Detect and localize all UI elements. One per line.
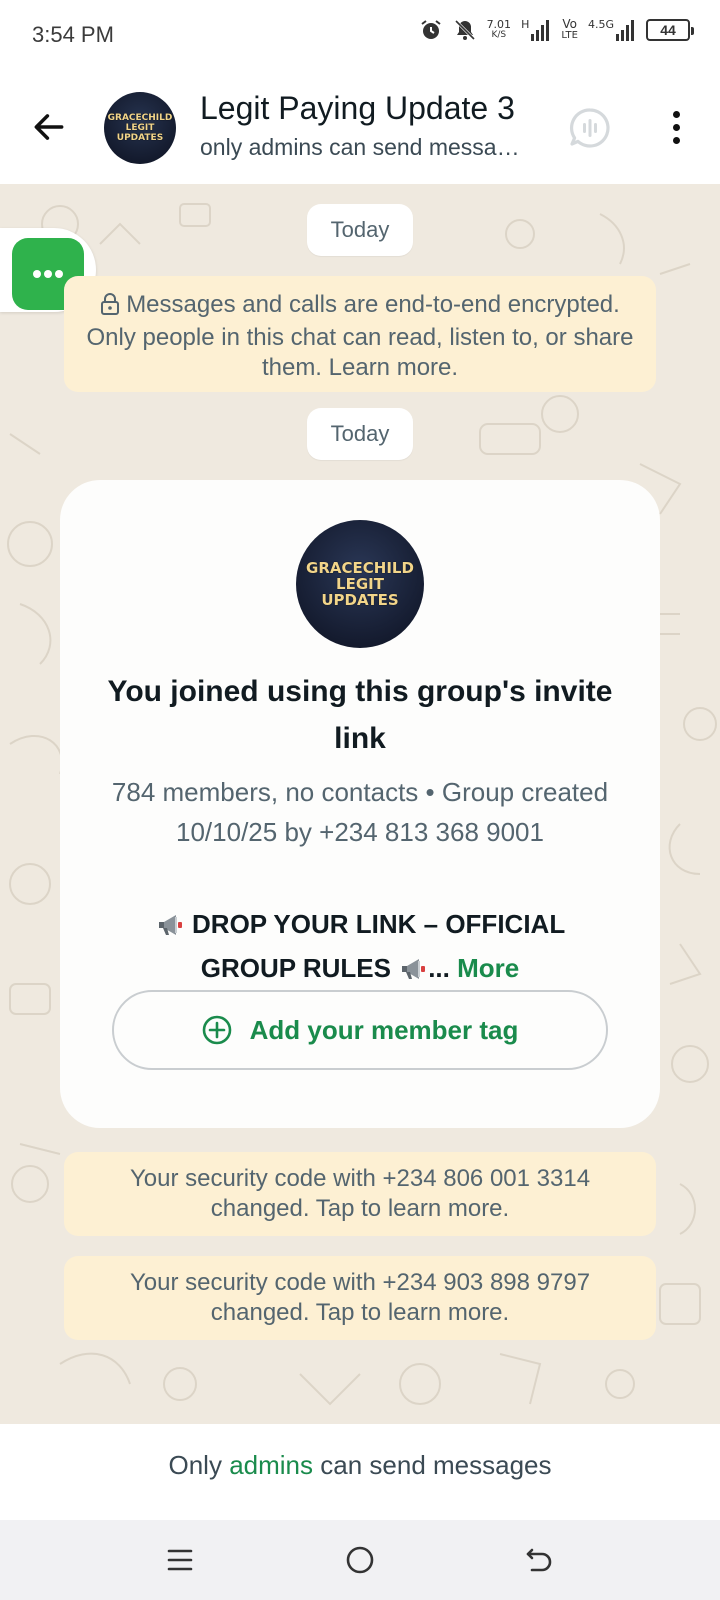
more-link[interactable]: More (457, 953, 519, 983)
home-circle-icon (346, 1546, 374, 1574)
date-chip: Today (307, 408, 413, 460)
megaphone-icon (155, 908, 185, 948)
signal-h: H (521, 19, 551, 41)
add-member-tag-label: Add your member tag (249, 1014, 519, 1045)
group-description[interactable]: DROP YOUR LINK – OFFICIAL GROUP RULES ..… (100, 904, 620, 992)
megaphone-icon (398, 952, 428, 992)
status-icons: 7.01 K/S H Vo LTE 4.5G 44 (419, 18, 694, 42)
lock-icon (100, 293, 120, 323)
joined-via-link-title: You joined using this group's invite lin… (107, 675, 613, 755)
admins-link[interactable]: admins (229, 1450, 313, 1480)
add-member-tag-button[interactable]: Add your member tag (112, 990, 608, 1070)
date-chip: Today (307, 204, 413, 256)
rules-ellipsis: ... (428, 953, 450, 983)
rules-line-1: DROP YOUR LINK – OFFICIAL (192, 909, 566, 939)
dot-icon (672, 136, 680, 144)
group-info-card: GRACECHILD LEGIT UPDATES You joined usin… (60, 480, 660, 1128)
more-horizontal-icon (33, 270, 63, 278)
more-options-button[interactable] (656, 102, 696, 152)
card-avatar-line-1: GRACECHILD (306, 559, 414, 577)
rules-line-2: GROUP RULES (200, 953, 391, 983)
security-code-notice[interactable]: Your security code with +234 903 898 979… (64, 1256, 656, 1340)
voice-chat-icon (569, 108, 610, 148)
chat-header: GRACECHILD LEGIT UPDATES Legit Paying Up… (0, 72, 720, 184)
security-code-notice[interactable]: Your security code with +234 806 001 331… (64, 1152, 656, 1236)
recents-button[interactable] (160, 1540, 200, 1580)
network-45g-label: 4.5G (587, 18, 614, 31)
mute-bell-icon (453, 18, 477, 42)
card-avatar-line-2: LEGIT UPDATES (321, 575, 399, 609)
net-speed: 7.01 K/S (487, 19, 512, 41)
signal-bars-icon (616, 20, 634, 41)
home-button[interactable] (340, 1540, 380, 1580)
system-back-button[interactable] (520, 1540, 560, 1580)
dot-icon (672, 123, 680, 131)
volte-indicator: Vo LTE (561, 18, 578, 42)
group-meta-text: 784 members, no contacts • Group created… (111, 777, 609, 847)
group-subtitle[interactable]: only admins can send messa… (200, 134, 540, 161)
battery-icon: 44 (646, 19, 694, 41)
status-bar: 3:54 PM 7.01 K/S H Vo LTE 4.5G 44 (0, 0, 720, 72)
volte-bottom: LTE (561, 30, 578, 41)
dot-icon (672, 110, 680, 118)
system-nav-bar (0, 1520, 720, 1600)
volte-top: Vo (562, 17, 577, 31)
group-title[interactable]: Legit Paying Update 3 (200, 90, 515, 127)
status-time: 3:54 PM (32, 22, 114, 47)
chat-area[interactable]: Today Messages and calls are end-to-end … (0, 184, 720, 1424)
network-h-label: H (521, 18, 530, 31)
avatar-line-1: GRACECHILD (107, 113, 173, 123)
back-curve-icon (526, 1548, 552, 1572)
plus-circle-icon (202, 1015, 231, 1045)
menu-lines-icon (167, 1549, 193, 1571)
card-group-avatar[interactable]: GRACECHILD LEGIT UPDATES (296, 520, 424, 648)
encryption-notice[interactable]: Messages and calls are end-to-end encryp… (64, 276, 656, 392)
net-speed-unit: K/S (491, 30, 507, 40)
encryption-notice-text: Messages and calls are end-to-end encryp… (86, 291, 634, 381)
signal-bars-icon (531, 20, 550, 41)
footer-prefix: Only (168, 1450, 222, 1480)
group-avatar[interactable]: GRACECHILD LEGIT UPDATES (104, 92, 176, 164)
admins-only-footer: Only admins can send messages (0, 1424, 720, 1520)
avatar-line-2: LEGIT UPDATES (116, 123, 164, 143)
signal-45g: 4.5G (588, 19, 636, 41)
alarm-icon (419, 18, 443, 42)
net-speed-value: 7.01 (486, 18, 512, 31)
back-button[interactable] (26, 104, 72, 150)
arrow-left-icon (34, 114, 64, 140)
voice-chat-button[interactable] (568, 106, 612, 150)
footer-suffix: can send messages (320, 1450, 552, 1480)
